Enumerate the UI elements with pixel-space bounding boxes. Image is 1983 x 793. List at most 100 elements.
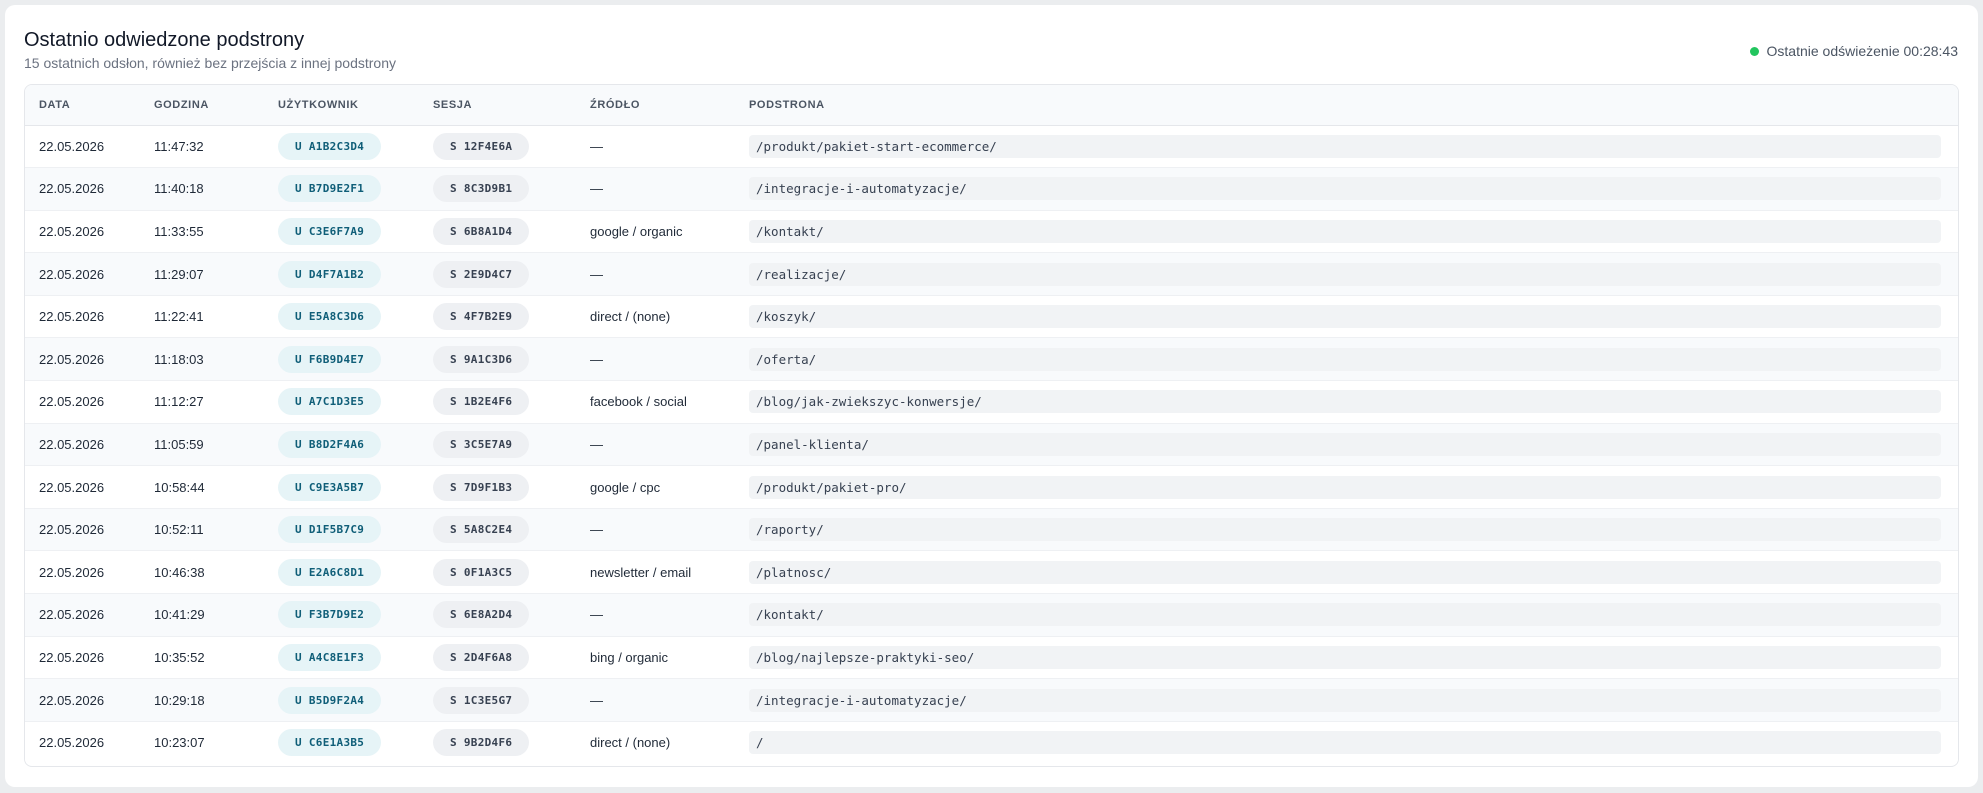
page-path[interactable]: /kontakt/: [749, 603, 1941, 627]
cell-session: S 5A8C2E4: [419, 508, 576, 552]
cell-date: 22.05.2026: [25, 465, 140, 509]
table-row[interactable]: 22.05.2026 11:12:27 U A7C1D3E5 S 1B2E4F6 fac…: [25, 380, 1958, 424]
cell-source: —: [576, 508, 735, 552]
cell-time: 11:29:07: [140, 252, 264, 296]
session-id-badge[interactable]: S 3C5E7A9: [433, 430, 530, 458]
page-path[interactable]: /: [749, 731, 1941, 755]
table-row[interactable]: 22.05.2026 11:22:41 U E5A8C3D6 S 4F7B2E9 dir…: [25, 295, 1958, 339]
page-path[interactable]: /oferta/: [749, 347, 1941, 371]
user-id-badge[interactable]: U E5A8C3D6: [278, 303, 382, 331]
page-path[interactable]: /raporty/: [749, 518, 1941, 542]
table-row[interactable]: 22.05.2026 11:05:59 U B8D2F4A6 S 3C5E7A9 — /p…: [25, 423, 1958, 467]
cell-source: google / cpc: [576, 465, 735, 509]
table-row[interactable]: 22.05.2026 10:52:11 U D1F5B7C9 S 5A8C2E4 — /r…: [25, 508, 1958, 552]
cell-source: newsletter / email: [576, 550, 735, 595]
cell-user: U F3B7D9E2: [264, 593, 419, 637]
cell-page: /oferta/: [735, 337, 1958, 382]
session-id-badge[interactable]: S 12F4E6A: [433, 132, 530, 160]
user-id-badge[interactable]: U A7C1D3E5: [278, 388, 382, 416]
session-id-badge[interactable]: S 4F7B2E9: [433, 303, 530, 331]
table-row[interactable]: 22.05.2026 10:58:44 U C9E3A5B7 S 7D9F1B3 goo…: [25, 465, 1958, 509]
page-path[interactable]: /kontakt/: [749, 219, 1941, 243]
table-row[interactable]: 22.05.2026 10:29:18 U B5D9F2A4 S 1C3E5G7 — /i…: [25, 678, 1958, 722]
session-id-badge[interactable]: S 9A1C3D6: [433, 345, 530, 373]
user-id-badge[interactable]: U C6E1A3B5: [278, 729, 382, 757]
table-row[interactable]: 22.05.2026 10:35:52 U A4C8E1F3 S 2D4F6A8 bin…: [25, 636, 1958, 680]
cell-user: U A4C8E1F3: [264, 636, 419, 680]
user-id-badge[interactable]: U B8D2F4A6: [278, 430, 382, 458]
table-row[interactable]: 22.05.2026 11:29:07 U D4F7A1B2 S 2E9D4C7 — /r…: [25, 252, 1958, 296]
table-row[interactable]: 22.05.2026 11:33:55 U C3E6F7A9 S 6B8A1D4 goo…: [25, 210, 1958, 254]
cell-source: facebook / social: [576, 380, 735, 424]
card-header: Ostatnio odwiedzone podstrony 15 ostatni…: [24, 27, 1958, 75]
table-row[interactable]: 22.05.2026 10:41:29 U F3B7D9E2 S 6E8A2D4 — /k…: [25, 593, 1958, 637]
session-id-badge[interactable]: S 1C3E5G7: [433, 686, 530, 714]
cell-time: 10:46:38: [140, 550, 264, 595]
user-id-badge[interactable]: U C9E3A5B7: [278, 473, 382, 501]
user-id-badge[interactable]: U B7D9E2F1: [278, 175, 382, 203]
table-row[interactable]: 22.05.2026 11:40:18 U B7D9E2F1 S 8C3D9B1 — /i…: [25, 167, 1958, 211]
session-id-badge[interactable]: S 0F1A3C5: [433, 558, 530, 586]
cell-time: 11:18:03: [140, 337, 264, 382]
cell-user: U B8D2F4A6: [264, 423, 419, 467]
user-id-badge[interactable]: U A4C8E1F3: [278, 643, 382, 671]
page-path[interactable]: /realizacje/: [749, 262, 1941, 286]
cell-source: —: [576, 423, 735, 467]
cell-session: S 9A1C3D6: [419, 337, 576, 382]
cell-date: 22.05.2026: [25, 210, 140, 254]
user-id-badge[interactable]: U B5D9F2A4: [278, 686, 382, 714]
page-path[interactable]: /platnosc/: [749, 560, 1941, 584]
cell-user: U A1B2C3D4: [264, 125, 419, 169]
user-id-badge[interactable]: U D1F5B7C9: [278, 516, 382, 544]
user-id-badge[interactable]: U C3E6F7A9: [278, 217, 382, 245]
session-id-badge[interactable]: S 2E9D4C7: [433, 260, 530, 288]
cell-page: /blog/jak-zwiekszyc-konwersje/: [735, 380, 1958, 424]
session-id-badge[interactable]: S 5A8C2E4: [433, 516, 530, 544]
table-row[interactable]: 22.05.2026 11:18:03 U F6B9D4E7 S 9A1C3D6 — /o…: [25, 337, 1958, 382]
page-path[interactable]: /blog/jak-zwiekszyc-konwersje/: [749, 390, 1941, 414]
page-path[interactable]: /integracje-i-automatyzacje/: [749, 688, 1941, 712]
user-id-badge[interactable]: U D4F7A1B2: [278, 260, 382, 288]
session-id-badge[interactable]: S 1B2E4F6: [433, 388, 530, 416]
cell-page: /produkt/pakiet-start-ecommerce/: [735, 125, 1958, 169]
cell-session: S 12F4E6A: [419, 125, 576, 169]
cell-source: google / organic: [576, 210, 735, 254]
session-id-badge[interactable]: S 6E8A2D4: [433, 601, 530, 629]
column-header-time: GODZINA: [140, 85, 264, 126]
user-id-badge[interactable]: U F6B9D4E7: [278, 345, 382, 373]
cell-date: 22.05.2026: [25, 636, 140, 680]
cell-user: U C6E1A3B5: [264, 721, 419, 764]
cell-time: 10:52:11: [140, 508, 264, 552]
cell-session: S 4F7B2E9: [419, 295, 576, 339]
user-id-badge[interactable]: U A1B2C3D4: [278, 132, 382, 160]
cell-user: U B5D9F2A4: [264, 678, 419, 722]
cell-time: 11:22:41: [140, 295, 264, 339]
cell-user: U E2A6C8D1: [264, 550, 419, 595]
cell-date: 22.05.2026: [25, 678, 140, 722]
session-id-badge[interactable]: S 9B2D4F6: [433, 729, 530, 757]
session-id-badge[interactable]: S 2D4F6A8: [433, 643, 530, 671]
column-header-source: ŹRÓDŁO: [576, 85, 735, 126]
session-id-badge[interactable]: S 8C3D9B1: [433, 175, 530, 203]
session-id-badge[interactable]: S 6B8A1D4: [433, 217, 530, 245]
table-row[interactable]: 22.05.2026 11:47:32 U A1B2C3D4 S 12F4E6A — /p…: [25, 125, 1958, 169]
cell-date: 22.05.2026: [25, 295, 140, 339]
cell-time: 11:47:32: [140, 125, 264, 169]
cell-page: /integracje-i-automatyzacje/: [735, 678, 1958, 722]
column-header-page: PODSTRONA: [735, 85, 1958, 126]
session-id-badge[interactable]: S 7D9F1B3: [433, 473, 530, 501]
page-path[interactable]: /panel-klienta/: [749, 432, 1941, 456]
page-path[interactable]: /produkt/pakiet-pro/: [749, 475, 1941, 499]
page-path[interactable]: /blog/najlepsze-praktyki-seo/: [749, 645, 1941, 669]
table-row[interactable]: 22.05.2026 10:23:07 U C6E1A3B5 S 9B2D4F6 dir…: [25, 721, 1958, 764]
page-path[interactable]: /produkt/pakiet-start-ecommerce/: [749, 134, 1941, 158]
page-path[interactable]: /koszyk/: [749, 305, 1941, 329]
table-row[interactable]: 22.05.2026 10:46:38 U E2A6C8D1 S 0F1A3C5 new…: [25, 550, 1958, 595]
cell-session: S 3C5E7A9: [419, 423, 576, 467]
user-id-badge[interactable]: U E2A6C8D1: [278, 558, 382, 586]
page-path[interactable]: /integracje-i-automatyzacje/: [749, 177, 1941, 201]
cell-time: 10:58:44: [140, 465, 264, 509]
cell-source: —: [576, 252, 735, 296]
cell-page: /blog/najlepsze-praktyki-seo/: [735, 636, 1958, 680]
user-id-badge[interactable]: U F3B7D9E2: [278, 601, 382, 629]
